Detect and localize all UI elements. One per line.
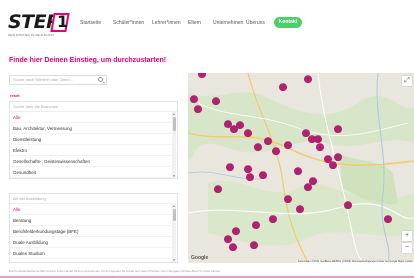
kontakt-button[interactable]: Kontakt	[274, 17, 302, 28]
logo-mark-number: 1	[57, 12, 69, 31]
map-marker-icon[interactable]	[250, 241, 258, 249]
map-marker-icon[interactable]	[224, 120, 232, 128]
map-marker-icon[interactable]	[236, 121, 244, 129]
nav-item-schueler[interactable]: Schüler*innen	[113, 17, 144, 29]
map-marker-icon[interactable]	[314, 135, 322, 143]
map-marker-icon[interactable]	[232, 227, 240, 235]
map-canvas	[188, 73, 414, 263]
map-marker-icon[interactable]	[226, 163, 234, 171]
footer-text: Die Kreishandwerkerschaft und der Kreis …	[9, 269, 221, 273]
map-marker-icon[interactable]	[302, 129, 310, 137]
map-marker-icon[interactable]	[272, 147, 280, 155]
branch-option[interactable]: Gesundheit	[10, 167, 177, 178]
map-marker-icon[interactable]	[212, 97, 220, 105]
map-marker-icon[interactable]	[294, 167, 302, 175]
map-marker-icon[interactable]	[344, 201, 352, 209]
branch-filter-list[interactable]: Suche über die Branchen Alle Bau, Archit…	[9, 101, 178, 179]
map-marker-icon[interactable]	[244, 165, 252, 173]
map-marker-icon[interactable]	[284, 195, 292, 203]
search-icon[interactable]	[98, 77, 103, 82]
type-scrollbar[interactable]: ▲ ▼	[172, 204, 176, 262]
scroll-up-icon[interactable]: ▲	[172, 112, 176, 116]
map-marker-icon[interactable]	[384, 215, 392, 223]
type-option[interactable]: Berufsfelderkundungstage (BFE)	[10, 226, 177, 237]
map-marker-icon[interactable]	[190, 95, 198, 103]
nav-item-lehrer[interactable]: Lehrer*innen	[152, 17, 181, 29]
scroll-up-icon[interactable]: ▲	[172, 204, 176, 208]
nav-item-startseite[interactable]: Startseite	[80, 17, 101, 29]
map-marker-icon[interactable]	[224, 235, 232, 243]
map-attribution[interactable]: Kartendaten ©2021 GeoBasis-DE/BKG (©2009…	[296, 260, 414, 263]
branch-filter-header: Suche über die Branchen	[10, 102, 177, 112]
map-marker-icon[interactable]	[252, 221, 260, 229]
branch-option[interactable]: Gesellschafts-, Geisteswissenschaften	[10, 156, 177, 167]
map-marker-icon[interactable]	[229, 243, 237, 251]
type-option[interactable]: Beratung	[10, 215, 177, 226]
scroll-down-icon[interactable]: ▼	[172, 258, 176, 262]
header: STEP 1 DEIN EINSTIEG IN DIE ZUKUNFT Star…	[0, 0, 414, 46]
type-filter-list[interactable]: Art der Ausbildung Alle Beratung Berufsf…	[9, 193, 178, 263]
fullscreen-icon[interactable]: ⤢	[402, 76, 412, 86]
type-option[interactable]: Duales Studium	[10, 248, 177, 259]
branch-option[interactable]: Elektro	[10, 145, 177, 156]
type-filter-header: Art der Ausbildung	[10, 194, 177, 204]
branch-option[interactable]: Bau, Architektur, Vermessung	[10, 123, 177, 134]
map-marker-icon[interactable]	[334, 153, 342, 161]
map-marker-icon[interactable]	[316, 143, 324, 151]
logo-tagline: DEIN EINSTIEG IN DIE ZUKUNFT	[8, 33, 55, 37]
map-marker-icon[interactable]	[259, 171, 267, 179]
map-marker-icon[interactable]	[269, 215, 277, 223]
nav-item-eltern[interactable]: Eltern	[188, 17, 201, 29]
reset-link[interactable]: reset	[10, 93, 20, 98]
map-marker-icon[interactable]	[296, 205, 304, 213]
scroll-thumb[interactable]	[172, 117, 176, 131]
type-option[interactable]: Alle	[10, 204, 177, 215]
filter-panel: Suche nach Wörtern oder Orten... reset S…	[9, 73, 178, 263]
map-marker-icon[interactable]	[264, 137, 272, 145]
map-marker-icon[interactable]	[309, 177, 317, 185]
map-marker-icon[interactable]	[329, 161, 337, 169]
map-marker-icon[interactable]	[334, 125, 342, 133]
type-option[interactable]: Duale Ausbildung	[10, 237, 177, 248]
zoom-in-button[interactable]: +	[402, 231, 412, 241]
zoom-out-button[interactable]: −	[402, 243, 412, 253]
branch-option[interactable]: Dienstleistung	[10, 134, 177, 145]
nav-item-unternehmen[interactable]: Unternehmen	[213, 17, 243, 29]
scroll-thumb[interactable]	[172, 209, 176, 221]
map-marker-icon[interactable]	[304, 75, 312, 83]
scroll-down-icon[interactable]: ▼	[172, 174, 176, 178]
map-marker-icon[interactable]	[284, 141, 292, 149]
page-title: Finde hier Deinen Einstieg, um durchzust…	[9, 57, 167, 64]
google-logo: Google	[191, 255, 209, 261]
map-marker-icon[interactable]	[324, 155, 332, 163]
map-view[interactable]: ⤢ + − Google Kartendaten ©2021 GeoBasis-…	[188, 73, 414, 263]
branch-scrollbar[interactable]: ▲ ▼	[172, 112, 176, 178]
map-marker-icon[interactable]	[194, 105, 202, 113]
search-placeholder: Suche nach Wörtern oder Orten...	[13, 77, 74, 82]
map-marker-icon[interactable]	[244, 129, 252, 137]
map-marker-icon[interactable]	[279, 83, 287, 91]
step1-logo[interactable]: STEP 1 DEIN EINSTIEG IN DIE ZUKUNFT	[8, 11, 70, 37]
map-marker-icon[interactable]	[254, 143, 262, 151]
search-input[interactable]: Suche nach Wörtern oder Orten...	[9, 75, 107, 85]
map-marker-icon[interactable]	[214, 185, 222, 193]
nav-item-ueber-uns[interactable]: Überuns	[246, 17, 265, 29]
branch-option[interactable]: Alle	[10, 112, 177, 123]
map-marker-icon[interactable]	[246, 173, 254, 181]
